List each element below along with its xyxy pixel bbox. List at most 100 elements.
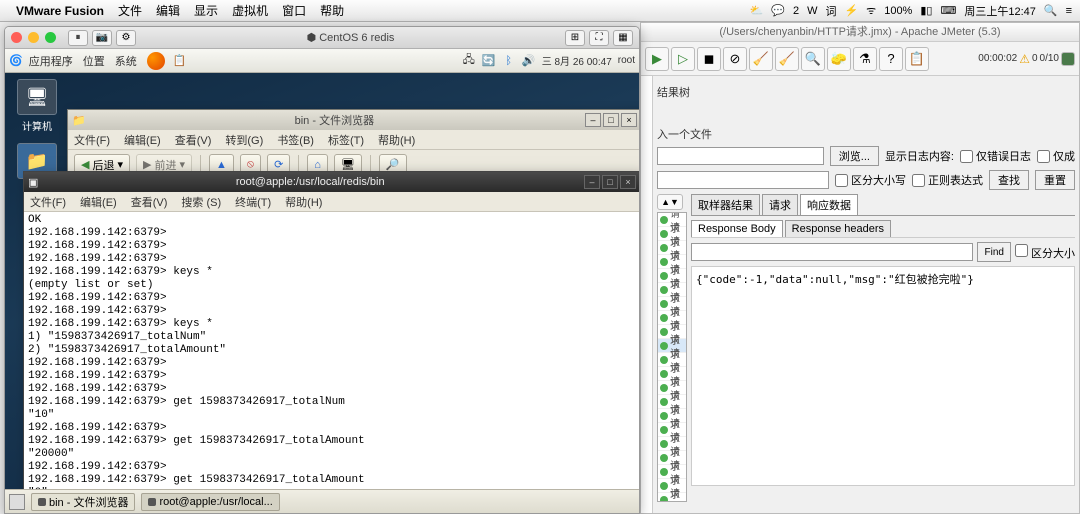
errors-only-checkbox[interactable]: 仅错误日志	[960, 148, 1031, 164]
firefox-icon[interactable]	[147, 52, 165, 70]
places-menu[interactable]: 位置	[83, 53, 105, 69]
subtab-body[interactable]: Response Body	[691, 220, 783, 237]
menu-vm[interactable]: 虚拟机	[232, 2, 268, 19]
search-button[interactable]: 查找	[989, 170, 1029, 190]
term-menu-view[interactable]: 查看(V)	[131, 194, 168, 210]
tab-request[interactable]: 请求	[762, 194, 798, 215]
help-button[interactable]: ?	[879, 47, 903, 71]
tab-sampler[interactable]: 取样器结果	[691, 194, 760, 215]
menu-edit[interactable]: 编辑	[156, 2, 180, 19]
status-wechat-icon[interactable]: 💬	[771, 4, 785, 17]
taskbar-item-filebrowser[interactable]: bin - 文件浏览器	[31, 493, 135, 511]
warning-icon[interactable]: ⚠	[1019, 52, 1030, 66]
reset-search-button[interactable]: 🧽	[827, 47, 851, 71]
wifi-icon[interactable]: ᯤ	[866, 3, 876, 18]
vm-settings-button[interactable]: ⚙	[116, 30, 136, 46]
search-field[interactable]	[657, 171, 829, 189]
fb-menu-go[interactable]: 转到(G)	[225, 132, 263, 148]
volume-icon[interactable]: 🔊	[522, 54, 536, 68]
close-button[interactable]	[11, 32, 22, 43]
find-case-checkbox[interactable]: 区分大小	[1015, 244, 1075, 261]
clock[interactable]: 周三上午12:47	[964, 3, 1036, 19]
battery-icon[interactable]: ▮▯	[920, 4, 932, 17]
siri-icon[interactable]: ≡	[1066, 5, 1072, 17]
vm-devices-button[interactable]: ▦	[613, 30, 633, 46]
centos-icon[interactable]: 🌀	[9, 54, 23, 67]
file-input[interactable]	[657, 147, 824, 165]
clear-all-button[interactable]: 🧹	[775, 47, 799, 71]
clear-button[interactable]: 🧹	[749, 47, 773, 71]
stop-button[interactable]: ◼	[697, 47, 721, 71]
terminal-body[interactable]: OK 192.168.199.142:6379> 192.168.199.142…	[24, 212, 640, 508]
show-desktop-button[interactable]	[9, 494, 25, 510]
term-close-button[interactable]: ×	[620, 175, 636, 189]
system-menu[interactable]: 系统	[115, 53, 137, 69]
term-maximize-button[interactable]: □	[602, 175, 618, 189]
fb-menu-edit[interactable]: 编辑(E)	[124, 132, 161, 148]
run-no-timers-button[interactable]: ▷	[671, 47, 695, 71]
menu-view[interactable]: 显示	[194, 2, 218, 19]
scroll-control[interactable]: ▲▼	[657, 194, 683, 210]
status-w-icon[interactable]: W	[807, 5, 817, 17]
templates-button[interactable]: 📋	[905, 47, 929, 71]
status-cloud-icon[interactable]: ⛅	[750, 4, 764, 17]
vm-suspend-button[interactable]: ⏸	[68, 30, 88, 46]
vm-fullscreen-button[interactable]: ⛶	[589, 30, 609, 46]
launcher-icon[interactable]: 📋	[173, 54, 187, 67]
minimize-button[interactable]	[28, 32, 39, 43]
term-menu-terminal[interactable]: 终端(T)	[235, 194, 271, 210]
close-window-button[interactable]: ×	[621, 113, 637, 127]
fb-menu-bookmarks[interactable]: 书签(B)	[277, 132, 314, 148]
minimize-window-button[interactable]: –	[585, 113, 601, 127]
response-body[interactable]: {"code":-1,"data":null,"msg":"红包被抢完啦"}	[691, 266, 1075, 486]
applications-menu[interactable]: 应用程序	[29, 53, 73, 69]
fb-menu-file[interactable]: 文件(F)	[74, 132, 110, 148]
tab-response[interactable]: 响应数据	[800, 194, 858, 215]
run-button[interactable]: ▶	[645, 47, 669, 71]
status-power-icon[interactable]: ⚡	[844, 4, 858, 17]
zoom-button[interactable]	[45, 32, 56, 43]
function-helper-button[interactable]: ⚗	[853, 47, 877, 71]
computer-icon[interactable]: 🖥 计算机	[13, 79, 61, 133]
taskbar-item-terminal[interactable]: root@apple:/usr/local...	[141, 493, 279, 511]
term-menu-file[interactable]: 文件(F)	[30, 194, 66, 210]
search-icon[interactable]: 🔍	[1044, 4, 1058, 17]
app-name[interactable]: VMware Fusion	[16, 4, 104, 18]
regex-checkbox[interactable]: 正则表达式	[912, 172, 983, 188]
search-button[interactable]: 🔍	[801, 47, 825, 71]
term-menu-edit[interactable]: 编辑(E)	[80, 194, 117, 210]
menu-file[interactable]: 文件	[118, 2, 142, 19]
bluetooth-icon[interactable]: ᛒ	[502, 54, 516, 68]
menu-help[interactable]: 帮助	[320, 2, 344, 19]
find-input[interactable]	[691, 243, 973, 261]
term-menu-search[interactable]: 搜索 (S)	[181, 194, 221, 210]
shutdown-button[interactable]: ⊘	[723, 47, 747, 71]
reset-button[interactable]: 重置	[1035, 170, 1075, 190]
panel-clock[interactable]: 三 8月 26 00:47	[542, 53, 612, 68]
request-list[interactable]: 请求请求请求请求请求请求请求请求请求请求请求请求请求请求请求请求请求请求请求请求…	[657, 212, 687, 502]
term-minimize-button[interactable]: –	[584, 175, 600, 189]
browse-button[interactable]: 浏览...	[830, 146, 879, 166]
guest-desktop[interactable]: 🌀 应用程序 位置 系统 📋 🖧 🔄 ᛒ 🔊 三 8月 26 00:47 roo…	[5, 49, 639, 513]
updates-icon[interactable]: 🔄	[482, 54, 496, 68]
menu-window[interactable]: 窗口	[282, 2, 306, 19]
panel-user[interactable]: root	[618, 55, 635, 66]
maximize-window-button[interactable]: □	[603, 113, 619, 127]
list-item[interactable]: 请求	[658, 493, 686, 502]
gnome-bottom-panel: bin - 文件浏览器 root@apple:/usr/local...	[5, 489, 640, 513]
success-only-checkbox[interactable]: 仅成	[1037, 148, 1075, 164]
terminal-icon: ▣	[28, 176, 38, 189]
fb-menu-help[interactable]: 帮助(H)	[378, 132, 415, 148]
status-dict-icon[interactable]: 词	[825, 3, 836, 19]
fb-menu-tabs[interactable]: 标签(T)	[328, 132, 364, 148]
subtab-headers[interactable]: Response headers	[785, 220, 891, 237]
vm-snapshot-button[interactable]: 📷	[92, 30, 112, 46]
find-button[interactable]: Find	[977, 242, 1010, 262]
network-icon[interactable]: 🖧	[462, 54, 476, 68]
fb-menu-view[interactable]: 查看(V)	[175, 132, 212, 148]
jmeter-tree[interactable]	[641, 76, 653, 513]
ime-icon[interactable]: ⌨	[940, 4, 956, 17]
term-menu-help[interactable]: 帮助(H)	[285, 194, 322, 210]
case-sensitive-checkbox[interactable]: 区分大小写	[835, 172, 906, 188]
vm-view-button[interactable]: ⊞	[565, 30, 585, 46]
